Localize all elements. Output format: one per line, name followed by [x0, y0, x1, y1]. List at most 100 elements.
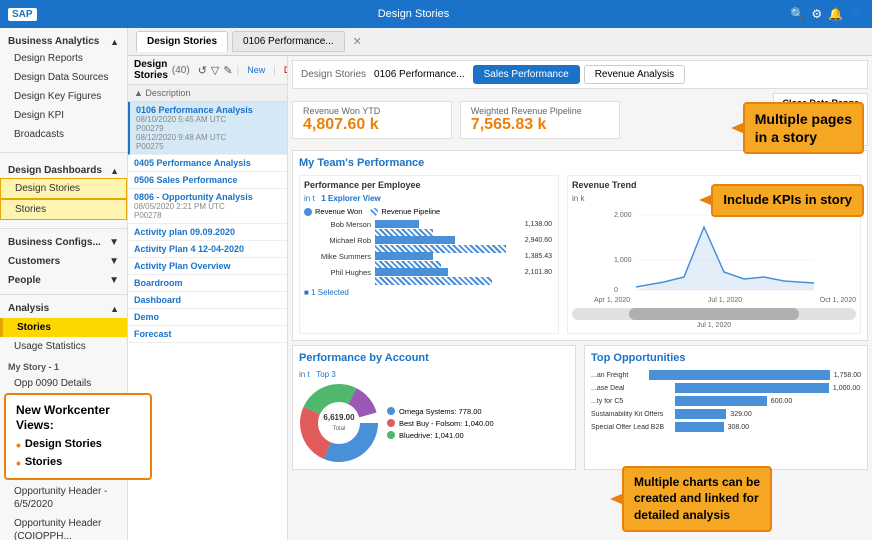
- list-row-dashboard[interactable]: Dashboard: [128, 292, 287, 309]
- svg-text:6,619.00: 6,619.00: [323, 413, 355, 422]
- donut-legend-bestbuy: Best Buy - Folsom: 1,040.00: [387, 419, 494, 428]
- kpi-weighted-revenue: Weighted Revenue Pipeline 7,565.83 k: [460, 101, 620, 139]
- perf-by-account-title: Performance by Account: [299, 352, 569, 364]
- edit-icon[interactable]: ✎: [223, 64, 232, 77]
- callout-arrow-pages: [731, 122, 745, 134]
- tab-performance-analysis[interactable]: 0106 Performance...: [232, 31, 345, 52]
- delete-button[interactable]: Delete: [280, 64, 288, 76]
- revenue-trend-x-labels: Apr 1, 2020 Jul 1, 2020 Oct 1, 2020: [572, 297, 856, 304]
- list-row-0405[interactable]: 0405 Performance Analysis: [128, 155, 287, 172]
- bar-chart: Bob Merson 1,138.00 Michael Rob: [304, 216, 554, 284]
- list-count: (40): [172, 65, 190, 76]
- sidebar-item-customers[interactable]: Customers▼: [0, 252, 127, 271]
- sap-header: SAP Design Stories 🔍 ⚙ 🔔 👤: [0, 0, 872, 28]
- bar-won-mike: [375, 252, 433, 260]
- sidebar-item-design-data-sources[interactable]: Design Data Sources: [0, 68, 127, 87]
- bell-icon[interactable]: 🔔: [828, 7, 843, 21]
- list-row-boardroom[interactable]: Boardroom: [128, 275, 287, 292]
- sidebar-section-dashboards: Design Dashboards ▲ Design Stories Stori…: [0, 157, 127, 224]
- sidebar-section-analytics: Business Analytics ▲ Design Reports Desi…: [0, 28, 127, 148]
- kpi-weighted-label: Weighted Revenue Pipeline: [471, 106, 609, 116]
- list-row-0806[interactable]: 0806 - Opportunity Analysis 08/05/2020 2…: [128, 189, 287, 224]
- search-icon[interactable]: 🔍: [790, 7, 805, 21]
- callout-arrow-kpis: [699, 194, 713, 206]
- donut-legend-bluedrive: Bluedrive: 1,041.00: [387, 431, 494, 440]
- sidebar-item-stories-sub[interactable]: Stories: [0, 318, 127, 337]
- sidebar-item-usage-statistics[interactable]: Usage Statistics: [0, 337, 127, 356]
- sidebar-item-design-reports[interactable]: Design Reports: [0, 49, 127, 68]
- sidebar-item-design-stories[interactable]: Design Stories: [0, 178, 127, 199]
- perf-by-account-section: Performance by Account in t Top 3 6,619.…: [292, 345, 576, 470]
- sidebar-item-design-kpi[interactable]: Design KPI: [0, 106, 127, 125]
- sidebar-item-broadcasts[interactable]: Broadcasts: [0, 125, 127, 144]
- tab-sales-performance[interactable]: Sales Performance: [473, 65, 580, 84]
- bar-won-bob: [375, 220, 419, 228]
- explorer-view: in t 1 Explorer View: [304, 194, 554, 203]
- sidebar-item-business-configs[interactable]: Business Configs...▼: [0, 233, 127, 252]
- workcenter-title: New Workcenter Views:: [16, 403, 140, 434]
- svg-text:1,000: 1,000: [614, 257, 632, 264]
- story-opp-0090[interactable]: Opp 0090 Details: [0, 374, 127, 393]
- trend-slider-fill: [629, 308, 799, 320]
- revenue-trend-area: 2,000 1,000 0: [572, 207, 856, 297]
- settings-icon[interactable]: ⚙: [811, 7, 822, 21]
- user-icon[interactable]: 👤: [849, 7, 864, 21]
- donut-wrapper: 6,619.00 Total Omega Systems: 778.00: [299, 383, 569, 463]
- list-header: ▲ Description: [128, 85, 287, 102]
- list-row-activity-plan[interactable]: Activity plan 09.09.2020: [128, 224, 287, 241]
- bar-container-bob: [375, 218, 521, 230]
- sidebar-header-analytics[interactable]: Business Analytics ▲: [0, 32, 127, 49]
- kpi-revenue-won: Revenue Won YTD 4,807.60 k: [292, 101, 452, 139]
- new-button[interactable]: New: [243, 64, 269, 76]
- bar-row-phil: Phil Hughes 2,101.80: [306, 266, 552, 278]
- sidebar-item-people[interactable]: People▼: [0, 271, 127, 290]
- list-row-0506[interactable]: 0506 Sales Performance: [128, 172, 287, 189]
- workcenter-callout: New Workcenter Views: • Design Stories •…: [4, 393, 152, 480]
- tab-design-stories[interactable]: Design Stories: [136, 31, 228, 52]
- bar-container-phil: [375, 266, 521, 278]
- bar-label-phil: Phil Hughes: [306, 268, 371, 277]
- horiz-bar-deal: ...ase Deal 1,000.00: [591, 383, 861, 393]
- sap-logo: SAP: [8, 8, 37, 21]
- bullet-dot-1: •: [16, 438, 21, 452]
- story-opp-header-2[interactable]: Opportunity Header - 6/5/2020: [0, 482, 127, 514]
- top-opportunities-section: Top Opportunities ...an Freight 1,758.00…: [584, 345, 868, 470]
- horiz-bar-fill-c5: [675, 396, 767, 406]
- refresh-icon[interactable]: ↺: [198, 64, 207, 77]
- collapse-icon-2: ▲: [110, 166, 119, 176]
- horiz-bar-freight: ...an Freight 1,758.00: [591, 370, 861, 380]
- sidebar-header-dashboards[interactable]: Design Dashboards ▲: [0, 161, 127, 178]
- list-row-activity-overview[interactable]: Activity Plan Overview: [128, 258, 287, 275]
- top-opp-title: Top Opportunities: [591, 352, 861, 364]
- horiz-bar-c5: ...ty for C5 600.00: [591, 396, 861, 406]
- svg-text:0: 0: [614, 287, 618, 294]
- story-breadcrumb-right: 0106 Performance...: [374, 69, 465, 80]
- list-title: Design Stories: [134, 59, 168, 81]
- header-icons: 🔍 ⚙ 🔔 👤: [790, 7, 864, 21]
- sidebar-header-analysis[interactable]: Analysis▲: [0, 299, 127, 318]
- story-tabs: Sales Performance Revenue Analysis: [473, 65, 686, 84]
- tab-close[interactable]: ✕: [353, 35, 362, 48]
- trend-slider[interactable]: [572, 308, 856, 320]
- top3-label: in t Top 3: [299, 370, 569, 379]
- list-row-activity-plan-4[interactable]: Activity Plan 4 12-04-2020: [128, 241, 287, 258]
- sidebar-item-stories[interactable]: Stories: [0, 199, 127, 220]
- list-row-forecast[interactable]: Forecast: [128, 326, 287, 343]
- collapse-icon: ▲: [110, 37, 119, 47]
- list-row-demo[interactable]: Demo: [128, 309, 287, 326]
- story-header: Design Stories 0106 Performance... Sales…: [292, 60, 868, 89]
- bar-pipeline-phil: [375, 277, 492, 285]
- story-opp-header-3[interactable]: Opportunity Header (COIOPPH...: [0, 514, 127, 540]
- tab-revenue-analysis[interactable]: Revenue Analysis: [584, 65, 686, 84]
- horiz-bar-sustainability: Sustainability Kit Offers 329.00: [591, 409, 861, 419]
- bar-value-mike: 1,385.43: [525, 253, 552, 260]
- main-content: Design Stories 0106 Performance... Sales…: [288, 56, 872, 540]
- revenue-trend-svg: 2,000 1,000 0: [572, 207, 856, 297]
- list-row-0106[interactable]: 0106 Performance Analysis 08/10/2020 5:4…: [128, 102, 287, 155]
- filter-icon[interactable]: ▽: [211, 64, 219, 77]
- list-panel: Design Stories (40) ↺ ▽ ✎ | New | Delete…: [128, 56, 288, 540]
- sidebar-item-design-key-figures[interactable]: Design Key Figures: [0, 87, 127, 106]
- content-area: Design Stories 0106 Performance... ✕ Des…: [128, 28, 872, 540]
- perf-per-employee-chart: Performance per Employee in t 1 Explorer…: [299, 175, 559, 334]
- bar-container-mike: [375, 250, 521, 262]
